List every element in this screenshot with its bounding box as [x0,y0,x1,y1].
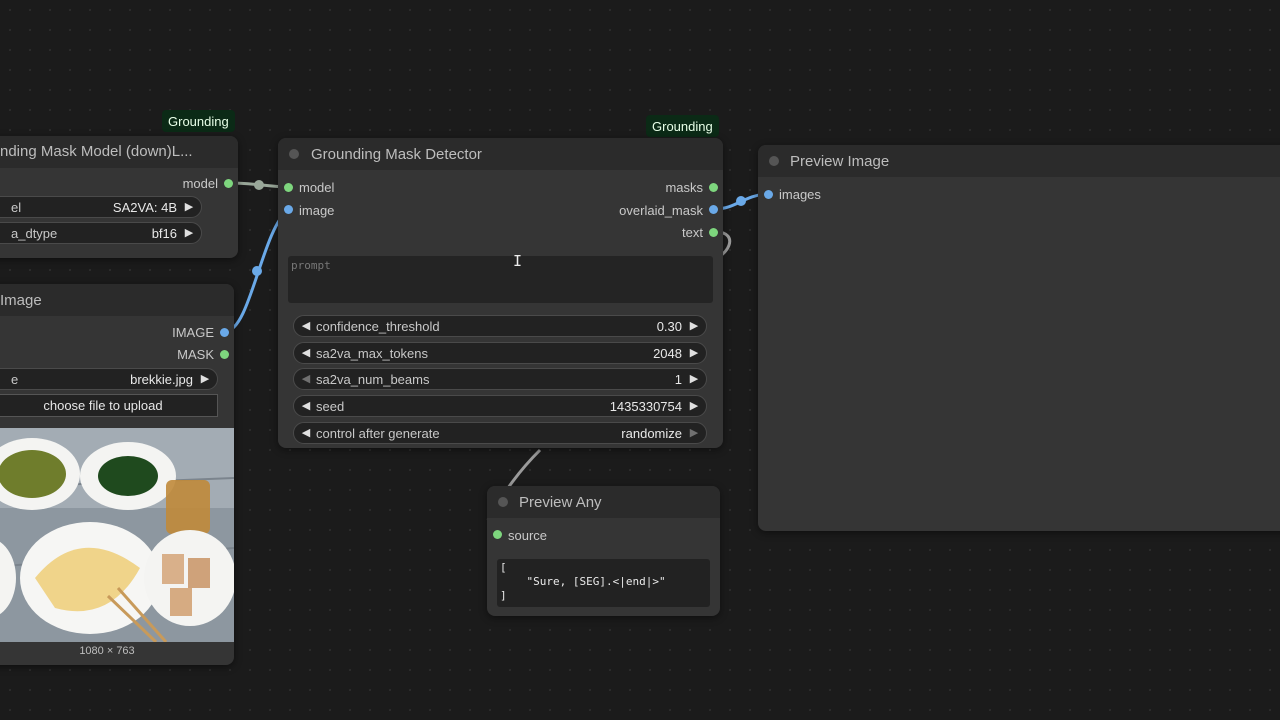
image-file-widget-label: e [11,372,19,387]
masks-output-slot[interactable] [709,183,718,192]
image-file-widget[interactable]: e brekkie.jpg ▶ [0,368,218,390]
grounding-mask-detector-node[interactable]: Grounding Mask Detector model image mask… [278,138,723,448]
dtype-widget[interactable]: a_dtype bf16 ▶ [0,222,202,244]
mask-output-slot[interactable] [220,350,229,359]
image-file-widget-value: brekkie.jpg [130,372,193,387]
confidence-threshold-value: 0.30 [656,319,682,334]
increment-arrow-icon[interactable]: ▶ [181,223,197,243]
decrement-arrow-icon[interactable]: ◀ [298,396,314,416]
increment-arrow-icon[interactable]: ▶ [686,423,702,443]
control-after-generate-widget[interactable]: ◀ control after generate randomize ▶ [293,422,707,444]
image-output-label: IMAGE [172,325,214,340]
increment-arrow-icon[interactable]: ▶ [686,343,702,363]
seed-value: 1435330754 [609,399,682,414]
model-node-badge: Grounding [162,110,235,132]
preview-any-output-text: [ "Sure, [SEG].<|end|>" ] [500,561,666,602]
overlaid-mask-output-label: overlaid_mask [619,203,703,218]
model-link-midpoint [254,180,264,190]
decrement-arrow-icon[interactable]: ◀ [298,316,314,336]
confidence-threshold-label: confidence_threshold [316,319,440,334]
model-input-label: model [299,180,335,195]
prompt-placeholder: prompt [291,259,331,272]
text-output-slot[interactable] [709,228,718,237]
decrement-arrow-icon[interactable]: ◀ [298,343,314,363]
preview-any-output-box[interactable]: [ "Sure, [SEG].<|end|>" ] [497,559,710,607]
images-input-slot[interactable] [764,190,773,199]
model-name-widget-label: el [11,200,22,215]
num-beams-widget[interactable]: ◀ sa2va_num_beams 1 ▶ [293,368,707,390]
model-node-title: nding Mask Model (down)L... [0,143,193,160]
model-name-widget[interactable]: el SA2VA: 4B ▶ [0,196,202,218]
image-output-slot[interactable] [220,328,229,337]
control-after-generate-label: control after generate [316,426,440,441]
preview-any-node[interactable]: Preview Any source [ "Sure, [SEG].<|end|… [487,486,720,616]
images-input-label: images [779,187,821,202]
grounding-mask-model-node[interactable]: nding Mask Model (down)L... model el SA2… [0,136,238,258]
increment-arrow-icon[interactable]: ▶ [686,396,702,416]
model-output-label: model [182,176,218,191]
preview-any-node-title: Preview Any [519,494,602,511]
image-size-label: 1080 × 763 [79,645,135,657]
decrement-arrow-icon[interactable]: ◀ [298,369,314,389]
increment-arrow-icon[interactable]: ▶ [686,316,702,336]
max-tokens-value: 2048 [653,346,682,361]
upload-button[interactable]: choose file to upload [0,394,218,417]
text-cursor-icon: I [513,252,523,270]
detector-node-title: Grounding Mask Detector [311,146,482,163]
overlaid-mask-output-slot[interactable] [709,205,718,214]
detector-node-badge: Grounding [646,115,719,137]
overlaid-mask-link-midpoint [736,196,746,206]
model-name-widget-value: SA2VA: 4B [112,200,177,215]
image-input-label: image [299,203,335,218]
source-input-label: source [508,528,548,543]
seed-label: seed [316,399,345,414]
control-after-generate-value: randomize [621,426,682,441]
dtype-widget-label: a_dtype [11,226,58,241]
preview-image-status-dot [769,156,779,166]
max-tokens-widget[interactable]: ◀ sa2va_max_tokens 2048 ▶ [293,342,707,364]
detector-status-dot [289,149,299,159]
preview-image-node[interactable]: Preview Image images [758,145,1280,531]
decrement-arrow-icon[interactable]: ◀ [298,423,314,443]
image-link-midpoint [252,266,262,276]
increment-arrow-icon[interactable]: ▶ [686,369,702,389]
seed-widget[interactable]: ◀ seed 1435330754 ▶ [293,395,707,417]
text-output-label: text [682,225,703,240]
num-beams-label: sa2va_num_beams [316,372,430,387]
load-image-node[interactable]: Image IMAGE MASK e brekkie.jpg ▶ choose … [0,284,234,665]
source-input-slot[interactable] [493,530,502,539]
dtype-widget-value: bf16 [151,226,177,241]
model-input-slot[interactable] [284,183,293,192]
image-preview [0,428,234,642]
increment-arrow-icon[interactable]: ▶ [181,197,197,217]
preview-any-status-dot [498,497,508,507]
confidence-threshold-widget[interactable]: ◀ confidence_threshold 0.30 ▶ [293,315,707,337]
model-output-slot[interactable] [224,179,233,188]
max-tokens-label: sa2va_max_tokens [316,346,429,361]
mask-output-label: MASK [177,347,214,362]
masks-output-label: masks [665,180,703,195]
image-input-slot[interactable] [284,205,293,214]
prompt-textarea[interactable]: prompt [288,256,713,303]
load-image-node-title: Image [0,292,42,309]
preview-image-node-title: Preview Image [790,153,890,170]
num-beams-value: 1 [674,372,682,387]
increment-arrow-icon[interactable]: ▶ [197,369,213,389]
